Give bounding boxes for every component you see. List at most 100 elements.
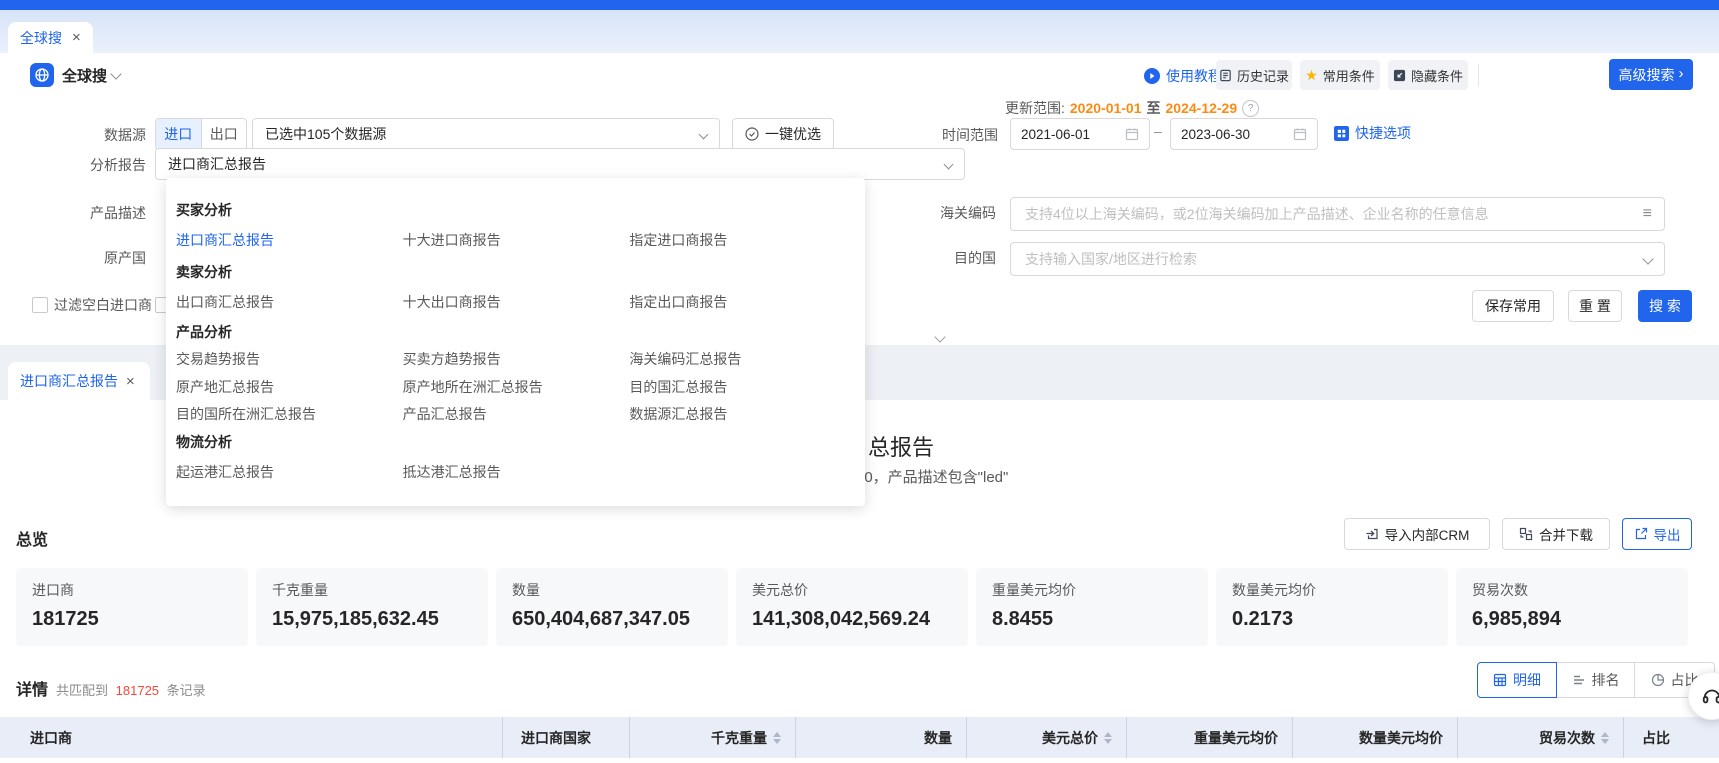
list-icon[interactable] xyxy=(1643,205,1652,223)
reset-button[interactable]: 重 置 xyxy=(1568,290,1622,322)
overview-stats: 进口商 181725 千克重量 15,975,185,632.45 数量 650… xyxy=(16,568,1688,646)
stat-label: 进口商 xyxy=(32,580,232,600)
tab-importer-summary-report[interactable]: 进口商汇总报告 xyxy=(8,362,150,400)
toggle-import[interactable]: 进口 xyxy=(156,119,202,149)
export-button[interactable]: 导出 xyxy=(1622,518,1692,550)
hs-code-label: 海关编码 xyxy=(868,203,996,223)
end-date-input[interactable]: 2023-06-30 xyxy=(1170,118,1318,150)
merge-download-button[interactable]: 合并下载 xyxy=(1502,518,1610,550)
import-crm-button[interactable]: 导入内部CRM xyxy=(1344,518,1490,550)
chevron-down-icon xyxy=(699,129,709,139)
menu-item-loading-port-summary[interactable]: 起运港汇总报告 xyxy=(176,462,403,482)
chevron-down-icon[interactable] xyxy=(110,68,121,79)
col-share[interactable]: 占比 xyxy=(1623,717,1719,758)
col-usd-per-weight[interactable]: 重量美元均价 xyxy=(1126,717,1292,758)
tutorial-button[interactable]: 使用教程 xyxy=(1144,66,1222,86)
favorites-button[interactable]: ★ 常用条件 xyxy=(1300,60,1380,90)
stat-value: 6,985,894 xyxy=(1472,608,1672,631)
menu-item-product-summary[interactable]: 产品汇总报告 xyxy=(403,404,630,424)
col-kg-weight[interactable]: 千克重量 xyxy=(629,717,795,758)
col-importer-country[interactable]: 进口商国家 xyxy=(502,717,629,758)
menu-item-specified-importer[interactable]: 指定进口商报告 xyxy=(629,230,856,250)
menu-item-hs-code-summary[interactable]: 海关编码汇总报告 xyxy=(629,349,856,369)
search-button[interactable]: 搜 索 xyxy=(1638,290,1692,322)
menu-row: 起运港汇总报告 抵达港汇总报告 xyxy=(176,462,856,482)
page-title: 全球搜 xyxy=(62,65,107,86)
col-quantity[interactable]: 数量 xyxy=(795,717,966,758)
menu-item-destination-summary[interactable]: 目的国汇总报告 xyxy=(629,377,856,397)
history-icon xyxy=(1219,69,1232,82)
detail-title: 详情 xyxy=(16,676,48,700)
filter-blank-importer-label: 过滤空白进口商 xyxy=(54,295,152,315)
data-source-select[interactable]: 已选中105个数据源 xyxy=(252,118,720,150)
menu-group-title: 买家分析 xyxy=(176,200,232,220)
start-date-input[interactable]: 2021-06-01 xyxy=(1010,118,1150,150)
sort-icon[interactable] xyxy=(1104,732,1112,744)
menu-item-top10-exporter[interactable]: 十大出口商报告 xyxy=(403,292,630,312)
col-usd-per-qty[interactable]: 数量美元均价 xyxy=(1292,717,1457,758)
help-icon[interactable] xyxy=(1242,100,1259,117)
headphone-icon xyxy=(1701,685,1719,707)
menu-item-origin-summary[interactable]: 原产地汇总报告 xyxy=(176,377,403,397)
menu-item-destination-continent-summary[interactable]: 目的国所在洲汇总报告 xyxy=(176,404,403,424)
hs-code-input[interactable] xyxy=(1023,205,1635,223)
advanced-search-label: 高级搜索 xyxy=(1619,65,1675,85)
import-export-toggle: 进口 出口 xyxy=(155,118,247,150)
export-label: 导出 xyxy=(1654,524,1681,544)
sort-icon[interactable] xyxy=(1601,732,1609,744)
col-trade-count[interactable]: 贸易次数 xyxy=(1457,717,1623,758)
global-search-app: 全球搜 全球搜 使用教程 历史记录 ★ 常用条件 xyxy=(0,0,1719,763)
col-importer[interactable]: 进口商 xyxy=(0,717,502,758)
close-icon[interactable] xyxy=(72,30,81,45)
import-box-icon xyxy=(1365,527,1379,541)
view-rank-button[interactable]: 排名 xyxy=(1557,662,1635,698)
menu-item-buyer-seller-trend[interactable]: 买卖方趋势报告 xyxy=(403,349,630,369)
tab-global-search[interactable]: 全球搜 xyxy=(8,22,93,53)
destination-input[interactable] xyxy=(1023,250,1636,268)
stat-card: 千克重量 15,975,185,632.45 xyxy=(256,568,488,646)
report-select[interactable]: 进口商汇总报告 xyxy=(155,148,965,180)
menu-item-specified-exporter[interactable]: 指定出口商报告 xyxy=(629,292,856,312)
hide-conditions-button[interactable]: 隐藏条件 xyxy=(1388,60,1468,90)
menu-item-datasource-summary[interactable]: 数据源汇总报告 xyxy=(629,404,856,424)
collapse-form-icon[interactable] xyxy=(936,328,944,344)
col-usd-total[interactable]: 美元总价 xyxy=(966,717,1126,758)
chevron-down-icon xyxy=(1642,253,1653,264)
browser-tab-strip: 全球搜 xyxy=(0,10,1719,53)
result-tab-label: 进口商汇总报告 xyxy=(20,371,118,391)
table-grid-icon xyxy=(1493,673,1507,687)
menu-item-exporter-summary[interactable]: 出口商汇总报告 xyxy=(176,292,403,312)
stat-card: 数量 650,404,687,347.05 xyxy=(496,568,728,646)
stat-value: 8.8455 xyxy=(992,608,1192,631)
menu-item-arrival-port-summary[interactable]: 抵达港汇总报告 xyxy=(403,462,630,482)
close-icon[interactable] xyxy=(126,374,135,389)
data-source-label: 数据源 xyxy=(16,125,146,145)
data-source-selected-value: 已选中105个数据源 xyxy=(265,124,386,144)
view-detail-button[interactable]: 明细 xyxy=(1477,662,1557,698)
save-conditions-button[interactable]: 保存常用 xyxy=(1472,290,1554,322)
menu-item-importer-summary[interactable]: 进口商汇总报告 xyxy=(176,230,403,250)
history-label: 历史记录 xyxy=(1237,66,1289,85)
stat-value: 15,975,185,632.45 xyxy=(272,608,472,631)
product-desc-label: 产品描述 xyxy=(16,203,146,223)
match-prefix: 共匹配到 xyxy=(56,683,108,698)
time-range-label: 时间范围 xyxy=(870,125,998,145)
stat-card: 贸易次数 6,985,894 xyxy=(1456,568,1688,646)
toggle-export[interactable]: 出口 xyxy=(202,119,247,149)
one-click-select-button[interactable]: 一键优选 xyxy=(732,118,834,150)
play-circle-icon xyxy=(1144,68,1160,84)
stat-label: 数量美元均价 xyxy=(1232,580,1432,600)
sort-icon[interactable] xyxy=(773,732,781,744)
quick-options-button[interactable]: 快捷选项 xyxy=(1334,123,1411,143)
history-button[interactable]: 历史记录 xyxy=(1216,60,1292,90)
menu-group-title: 卖家分析 xyxy=(176,262,232,282)
menu-item-top10-importer[interactable]: 十大进口商报告 xyxy=(403,230,630,250)
advanced-search-button[interactable]: 高级搜索 xyxy=(1609,59,1693,90)
filter-blank-importer-checkbox[interactable] xyxy=(32,297,48,313)
menu-item-origin-continent-summary[interactable]: 原产地所在洲汇总报告 xyxy=(403,377,630,397)
report-selected-value: 进口商汇总报告 xyxy=(168,154,266,174)
stat-label: 重量美元均价 xyxy=(992,580,1192,600)
view-detail-label: 明细 xyxy=(1513,670,1541,690)
menu-row: 出口商汇总报告 十大出口商报告 指定出口商报告 xyxy=(176,292,856,312)
menu-item-trade-trend[interactable]: 交易趋势报告 xyxy=(176,349,403,369)
